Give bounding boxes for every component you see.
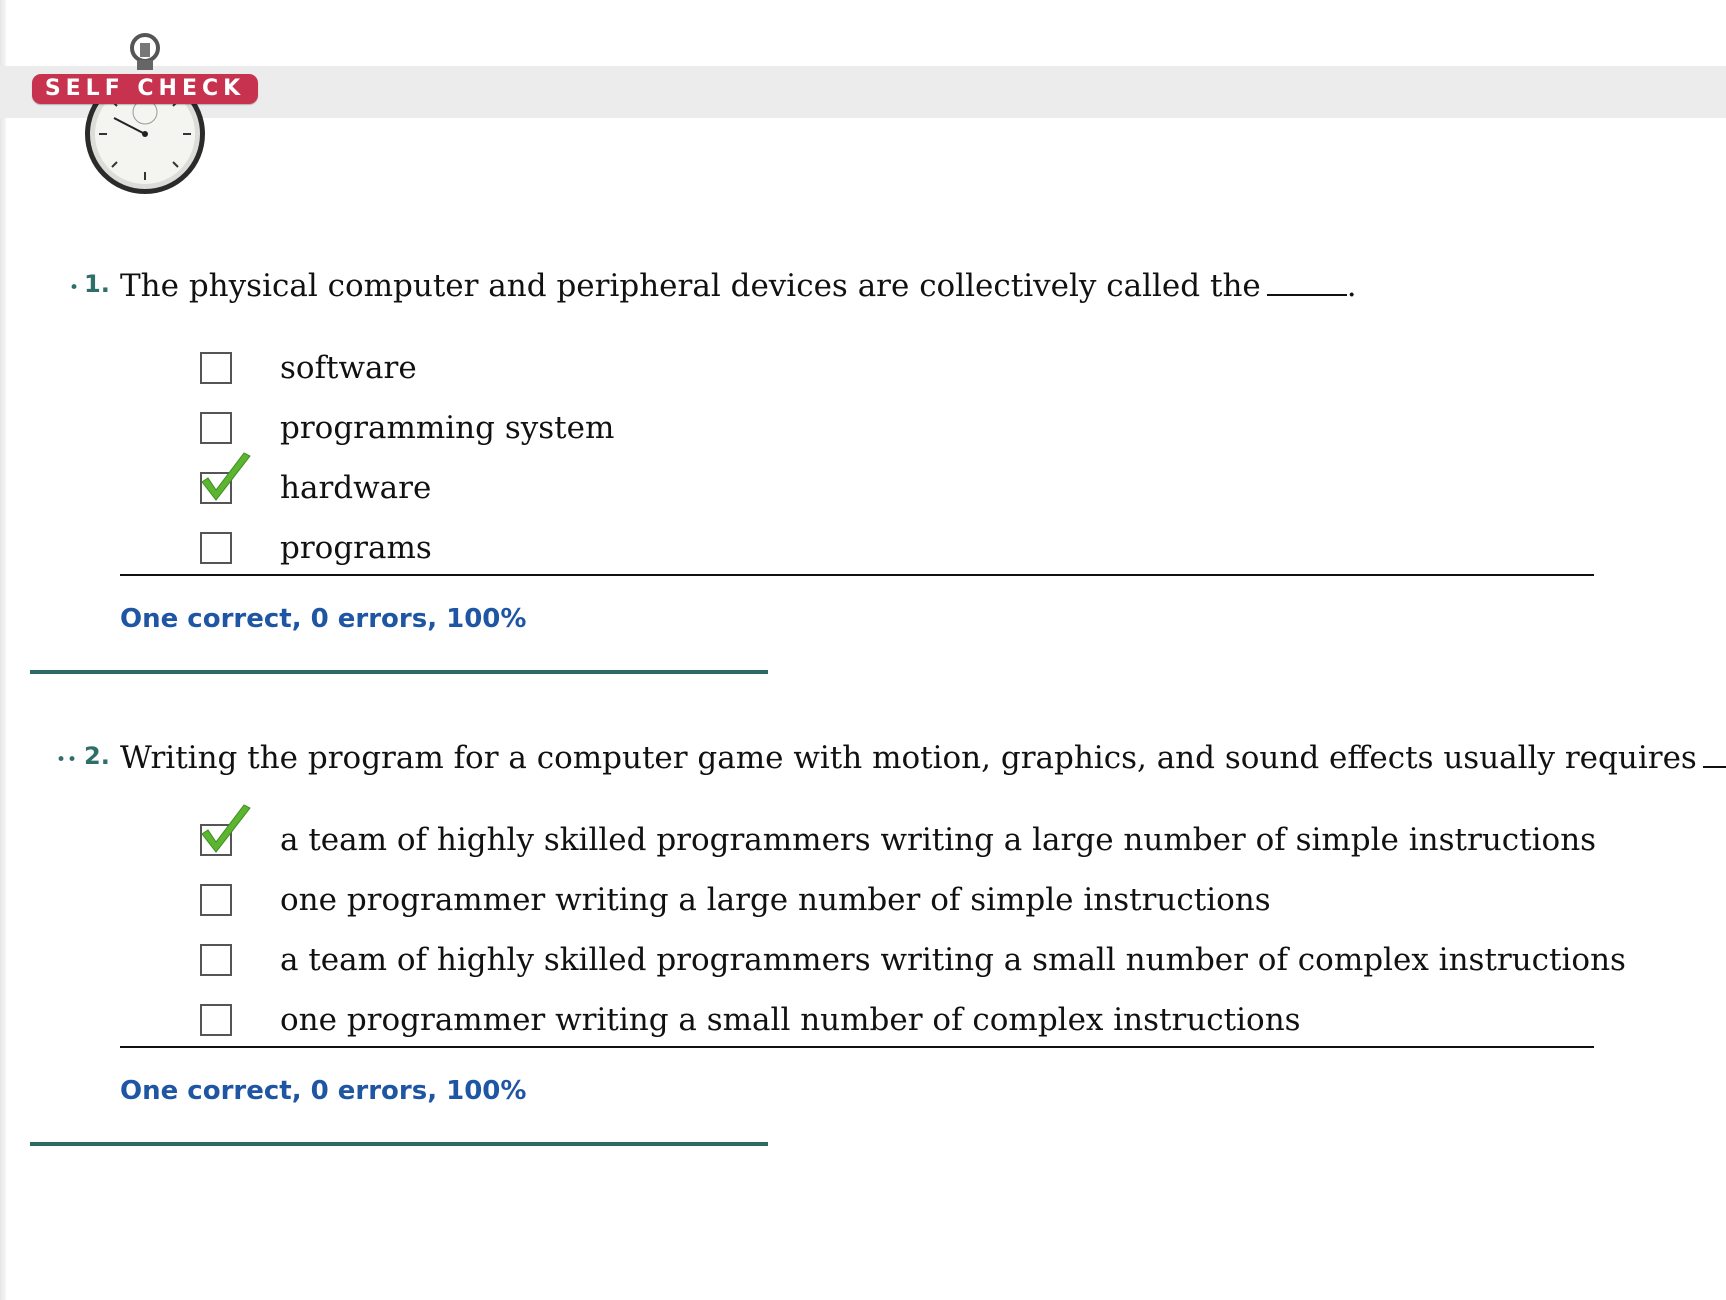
answer-divider bbox=[120, 1046, 1594, 1048]
checkbox[interactable] bbox=[200, 412, 232, 444]
option-label: hardware bbox=[280, 470, 432, 506]
difficulty-bullets: •• bbox=[55, 750, 78, 770]
checkbox[interactable] bbox=[200, 532, 232, 564]
fill-blank bbox=[1266, 294, 1347, 296]
checkbox[interactable] bbox=[200, 944, 232, 976]
checkbox[interactable] bbox=[200, 352, 232, 384]
option-label: a team of highly skilled programmers wri… bbox=[280, 822, 1597, 858]
question-text: The physical computer and peripheral dev… bbox=[120, 268, 1261, 304]
question-divider bbox=[30, 670, 768, 674]
checkbox-checked[interactable] bbox=[200, 472, 232, 504]
question-divider bbox=[30, 1142, 768, 1146]
question-text: Writing the program for a computer game … bbox=[120, 740, 1697, 776]
fill-blank bbox=[1702, 766, 1726, 768]
option-label: a team of highly skilled programmers wri… bbox=[280, 942, 1626, 978]
option-label: software bbox=[280, 350, 417, 386]
option-label: programming system bbox=[280, 410, 615, 446]
option-label: one programmer writing a small number of… bbox=[280, 1002, 1301, 1038]
score-result: One correct, 0 errors, 100% bbox=[120, 604, 527, 634]
option-label: programs bbox=[280, 530, 432, 566]
self-check-badge: SELF CHECK bbox=[32, 74, 258, 104]
option-label: one programmer writing a large number of… bbox=[280, 882, 1271, 918]
left-rail bbox=[0, 0, 6, 1300]
question-period: . bbox=[1346, 268, 1357, 304]
checkbox[interactable] bbox=[200, 884, 232, 916]
score-result: One correct, 0 errors, 100% bbox=[120, 1076, 527, 1106]
checkbox[interactable] bbox=[200, 1004, 232, 1036]
answer-divider bbox=[120, 574, 1594, 576]
checkbox-checked[interactable] bbox=[200, 824, 232, 856]
question-stem: Writing the program for a computer game … bbox=[120, 738, 1726, 778]
stopwatch-icon bbox=[85, 33, 205, 194]
difficulty-bullets: • bbox=[68, 278, 80, 298]
question-stem: The physical computer and peripheral dev… bbox=[120, 266, 1357, 306]
question-number: 1. bbox=[84, 270, 110, 298]
question-number: 2. bbox=[84, 742, 110, 770]
